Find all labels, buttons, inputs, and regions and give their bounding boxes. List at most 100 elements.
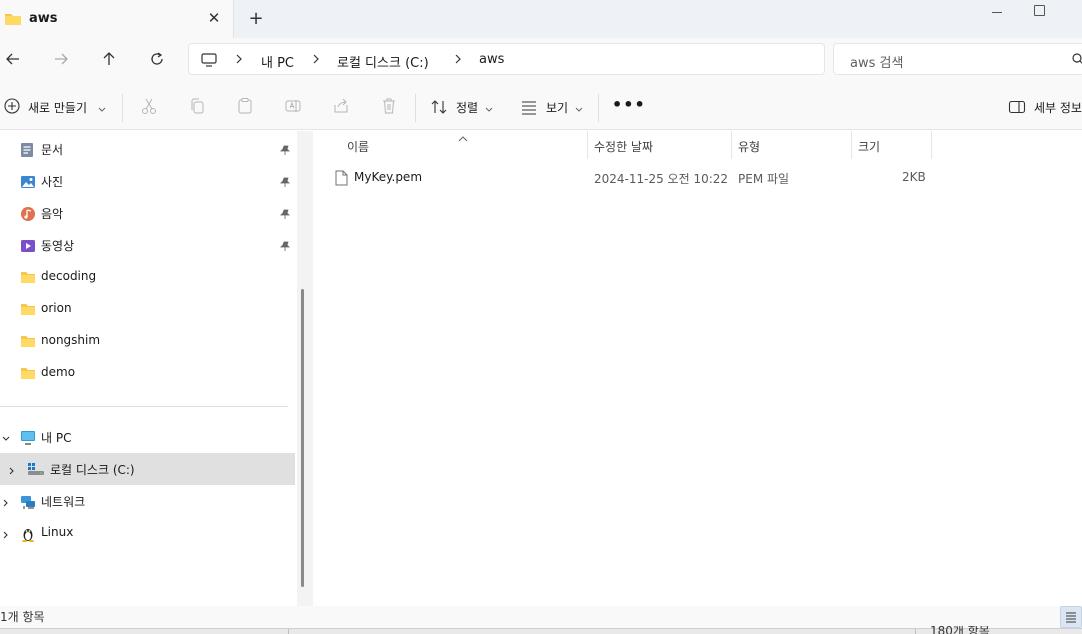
- column-header-label: 유형: [738, 140, 761, 154]
- details-pane-button[interactable]: 세부 정보: [1008, 96, 1082, 118]
- sidebar-item-linux[interactable]: Linux: [0, 517, 295, 549]
- arrow-left-icon: [6, 53, 19, 65]
- chevron-right-icon[interactable]: [2, 496, 10, 510]
- pin-icon[interactable]: [280, 240, 290, 254]
- breadcrumb-pc[interactable]: 내 PC: [261, 52, 294, 71]
- chevron-down-icon: [98, 102, 106, 116]
- chevron-down-icon: [575, 102, 583, 116]
- maximize-button[interactable]: [1032, 2, 1046, 16]
- title-bar: aws ✕ +: [0, 0, 1082, 38]
- list-view-icon: [520, 99, 538, 118]
- chevron-down-icon[interactable]: [2, 432, 10, 446]
- arrow-up-icon: [103, 52, 115, 65]
- sort-icon: [430, 98, 448, 119]
- chevron-right-icon[interactable]: [312, 53, 322, 65]
- close-tab-icon[interactable]: ✕: [205, 8, 223, 28]
- background-divider: [288, 629, 289, 634]
- column-header-label: 이름: [347, 140, 370, 154]
- pin-icon[interactable]: [280, 144, 290, 158]
- sidebar-item-label: decoding: [41, 269, 97, 283]
- sidebar-item-label: 네트워크: [41, 495, 86, 509]
- cut-icon[interactable]: [140, 97, 158, 115]
- search-input[interactable]: aws 검색: [833, 43, 1082, 75]
- folder-icon: [4, 12, 22, 29]
- chevron-right-icon[interactable]: [454, 53, 464, 65]
- plus-circle-icon: [4, 98, 20, 117]
- sidebar-item-decoding[interactable]: decoding: [0, 261, 295, 293]
- file-size: 2KB: [902, 170, 926, 184]
- tab-title: aws: [29, 11, 58, 26]
- chevron-right-icon[interactable]: [235, 53, 245, 65]
- column-header-modified[interactable]: 수정한 날짜: [588, 131, 732, 161]
- address-bar[interactable]: 내 PC 로컬 디스크 (C:) aws: [188, 43, 825, 75]
- monitor-icon: [201, 53, 217, 70]
- refresh-icon: [151, 52, 163, 65]
- chevron-down-icon: [485, 102, 493, 116]
- minimize-button[interactable]: [988, 4, 1006, 18]
- sidebar-item-label: 내 PC: [41, 431, 72, 445]
- background-window-edge: [0, 628, 1082, 634]
- chevron-right-icon[interactable]: [8, 464, 16, 478]
- column-header-label: 크기: [858, 140, 881, 154]
- sidebar-item-orion[interactable]: orion: [0, 293, 295, 325]
- navigation-pane: 문서 사진 음악 동영상 decoding orion nongshim dem…: [0, 131, 297, 606]
- column-header-type[interactable]: 유형: [732, 131, 852, 161]
- file-modified: 2024-11-25 오전 10:22: [594, 172, 729, 186]
- breadcrumb-aws[interactable]: aws: [479, 52, 504, 67]
- pane-splitter[interactable]: [297, 131, 313, 606]
- details-label: 세부 정보: [1034, 101, 1082, 115]
- column-divider[interactable]: [931, 131, 932, 159]
- tab-aws[interactable]: aws ✕: [0, 0, 234, 38]
- pin-icon[interactable]: [280, 176, 290, 190]
- back-button[interactable]: [0, 46, 26, 72]
- file-icon: [335, 170, 348, 189]
- sidebar-item-label: 문서: [41, 143, 64, 157]
- column-header-size[interactable]: 크기: [852, 131, 932, 161]
- pin-icon[interactable]: [280, 208, 290, 222]
- sidebar-item-label: nongshim: [41, 333, 101, 347]
- folder-icon: [20, 270, 36, 286]
- toolbar-divider: [122, 94, 123, 122]
- sidebar-scrollbar-thumb[interactable]: [301, 289, 304, 587]
- status-bar: 1개 항목 180개 항목: [0, 606, 1082, 634]
- sidebar-item-label: 음악: [41, 207, 64, 221]
- paste-icon[interactable]: [236, 97, 254, 115]
- sort-button[interactable]: 정렬: [430, 96, 500, 118]
- sidebar-item-label: orion: [41, 301, 72, 315]
- sidebar-item-local-disk[interactable]: 로컬 디스크 (C:): [0, 453, 295, 485]
- breadcrumb-local-disk[interactable]: 로컬 디스크 (C:): [337, 52, 429, 71]
- sidebar-item-demo[interactable]: demo: [0, 357, 295, 389]
- file-type: PEM 파일: [738, 172, 790, 186]
- sidebar-item-videos[interactable]: 동영상: [0, 229, 295, 261]
- column-header-name[interactable]: 이름: [313, 131, 588, 161]
- forward-button[interactable]: [48, 46, 74, 72]
- refresh-button[interactable]: [144, 46, 170, 72]
- folder-icon: [20, 302, 36, 318]
- file-name: MyKey.pem: [354, 170, 423, 184]
- details-view-button[interactable]: [1060, 606, 1082, 628]
- folder-icon: [20, 366, 36, 382]
- sidebar-item-documents[interactable]: 문서: [0, 133, 295, 165]
- share-icon[interactable]: [332, 97, 350, 115]
- search-icon[interactable]: [1072, 53, 1082, 68]
- up-button[interactable]: [96, 46, 122, 72]
- sidebar-divider: [0, 406, 288, 407]
- chevron-right-icon[interactable]: [2, 528, 10, 542]
- sidebar-item-pictures[interactable]: 사진: [0, 165, 295, 197]
- copy-icon[interactable]: [188, 97, 206, 115]
- sidebar-item-this-pc[interactable]: 내 PC: [0, 421, 295, 453]
- rename-icon[interactable]: [284, 97, 302, 115]
- sidebar-item-network[interactable]: 네트워크: [0, 485, 295, 517]
- delete-icon[interactable]: [380, 97, 398, 115]
- more-options-button[interactable]: •••: [612, 96, 645, 118]
- item-count: 1개 항목: [0, 610, 45, 624]
- sidebar-item-nongshim[interactable]: nongshim: [0, 325, 295, 357]
- details-view-icon: [1066, 612, 1076, 623]
- sidebar-item-music[interactable]: 음악: [0, 197, 295, 229]
- sort-label: 정렬: [456, 101, 479, 115]
- table-row[interactable]: MyKey.pem 2024-11-25 오전 10:22 PEM 파일 2KB: [313, 163, 933, 193]
- view-label: 보기: [546, 101, 569, 115]
- new-tab-button[interactable]: +: [246, 8, 266, 30]
- music-icon: [20, 206, 36, 222]
- view-button[interactable]: 보기: [520, 96, 590, 118]
